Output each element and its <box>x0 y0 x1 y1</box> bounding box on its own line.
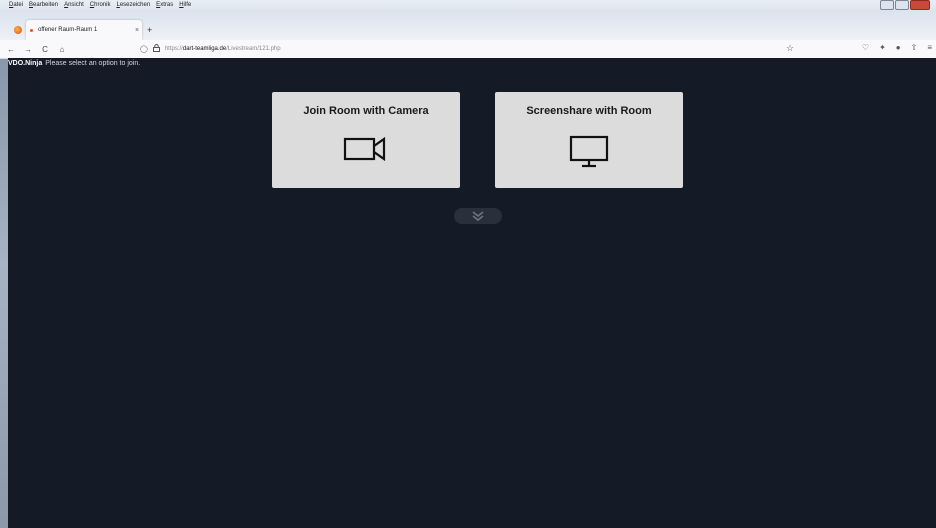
join-room-camera-button[interactable]: Join Room with Camera <box>272 92 460 188</box>
tab-strip: offener Raum-Raum 1 × + <box>0 10 936 40</box>
bookmark-star-icon[interactable]: ☆ <box>786 43 794 54</box>
header-text: VDO.Ninja Please select an option to join… <box>8 60 140 67</box>
extension-icon[interactable]: ✦ <box>879 43 886 52</box>
menu-datei[interactable]: Datei <box>0 2 26 8</box>
lock-icon[interactable] <box>152 44 160 54</box>
reload-icon[interactable]: C <box>39 45 51 54</box>
tab-close-icon[interactable]: × <box>132 27 142 34</box>
app-content: VDO.Ninja Please select an option to join… <box>8 58 936 528</box>
url-bar[interactable]: ◯ https://dart-teamliga.de/Livestream/12… <box>140 42 281 56</box>
brand-label: VDO.Ninja <box>8 60 43 67</box>
addon-icon[interactable]: ● <box>896 43 901 52</box>
tab-title: offener Raum-Raum 1 <box>38 27 98 33</box>
firefox-icon[interactable] <box>14 26 22 34</box>
window-controls <box>879 0 930 10</box>
maximize-button[interactable] <box>895 0 909 10</box>
menu-extras[interactable]: Extras <box>153 2 176 8</box>
back-icon[interactable]: ← <box>5 45 17 54</box>
new-tab-button[interactable]: + <box>147 25 152 35</box>
monitor-icon <box>569 135 609 168</box>
tab-favicon-icon <box>30 28 33 32</box>
pocket-icon[interactable]: ♡ <box>862 43 869 52</box>
menu-hilfe[interactable]: Hilfe <box>176 2 194 8</box>
menu-chronik[interactable]: Chronik <box>87 2 114 8</box>
home-icon[interactable]: ⌂ <box>56 45 68 54</box>
card-title: Join Room with Camera <box>303 105 429 117</box>
instruction-text: Please select an option to join. <box>45 60 141 67</box>
tracking-shield-icon[interactable]: ◯ <box>140 45 148 53</box>
navigation-bar: ← → C ⌂ ◯ https://dart-teamliga.de/Lives… <box>0 40 936 59</box>
window-close-button[interactable] <box>910 0 930 10</box>
show-more-button[interactable] <box>454 208 502 224</box>
tab-active[interactable]: offener Raum-Raum 1 × <box>26 20 142 40</box>
minimize-button[interactable] <box>880 0 894 10</box>
double-chevron-down-icon <box>472 211 484 221</box>
video-camera-icon <box>343 136 386 162</box>
share-icon[interactable]: ⇧ <box>911 43 918 52</box>
menu-bearbeiten[interactable]: Bearbeiten <box>26 2 61 8</box>
menu-ansicht[interactable]: Ansicht <box>61 2 87 8</box>
url-host: dart-teamliga.de <box>182 46 227 52</box>
screenshare-room-button[interactable]: Screenshare with Room <box>495 92 683 188</box>
menu-lesezeichen[interactable]: Lesezeichen <box>113 2 153 8</box>
card-title: Screenshare with Room <box>526 105 652 117</box>
url-scheme: https:// <box>164 46 183 52</box>
forward-icon[interactable]: → <box>22 45 34 54</box>
url-path: /Livestream/121.php <box>226 46 281 52</box>
menu-bar: Datei Bearbeiten Ansicht Chronik Lesezei… <box>0 0 936 10</box>
menu-icon[interactable]: ≡ <box>927 43 932 52</box>
toolbar-extensions: ♡ ✦ ● ⇧ ≡ <box>852 43 932 52</box>
